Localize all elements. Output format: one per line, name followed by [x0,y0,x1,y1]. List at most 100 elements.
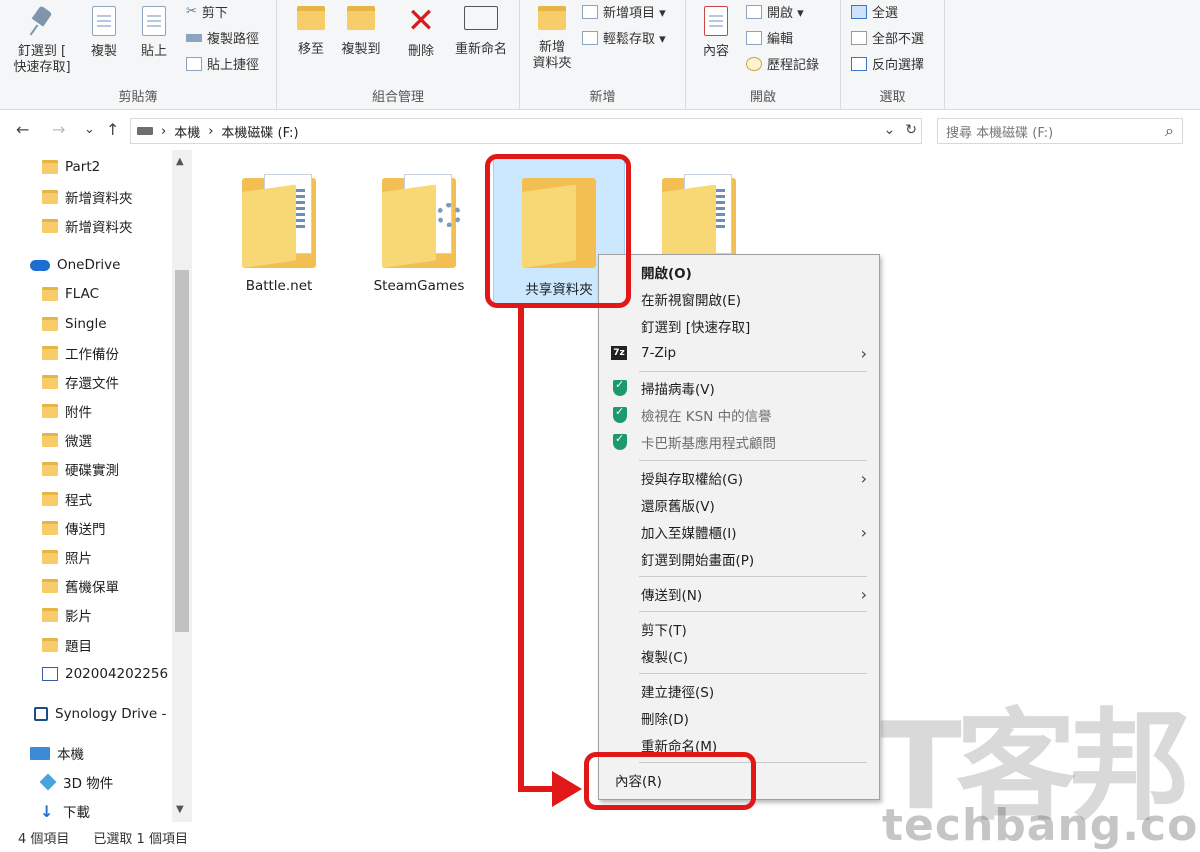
menu-item-ksn-reputation[interactable]: 檢視在 KSN 中的信譽 [599,402,879,428]
scroll-up-arrow-icon[interactable]: ▲ [176,156,184,167]
select-all-button[interactable]: 全選 [851,2,898,21]
folder-icon [42,219,58,233]
paste-button[interactable]: 貼上 [134,6,174,60]
folder-icon [42,190,58,204]
copy-button[interactable]: 複製 [84,6,124,60]
recent-locations-button[interactable]: ⌄ [84,122,95,137]
open-button[interactable]: 開啟 ▾ [746,2,804,21]
menu-item-copy[interactable]: 複製(C) [599,643,879,669]
annotation-arrow-line [518,308,524,792]
submenu-arrow-icon: › [860,522,867,542]
annotation-highlight-properties [584,752,756,810]
folder-icon [42,550,58,564]
image-file-icon [42,667,58,681]
menu-item-delete[interactable]: 刪除(D) [599,705,879,731]
path-separator: › [208,123,214,139]
menu-item-pin-start[interactable]: 釘選到開始畫面(P) [599,546,879,572]
pin-icon [31,6,53,36]
menu-item-scan-virus[interactable]: 掃描病毒(V) [599,375,879,401]
folder-icon [42,579,58,593]
ribbon: 釘選到 [ 快速存取] 複製 貼上 ✂ 剪下 複製路徑 貼上捷徑 剪貼簿 移至 [0,0,1200,110]
menu-item-create-shortcut[interactable]: 建立捷徑(S) [599,678,879,704]
search-input[interactable]: 搜尋 本機磁碟 (F:) ⌕ [937,118,1183,144]
delete-x-icon: ✕ [406,1,436,41]
menu-item-cut[interactable]: 剪下(T) [599,616,879,642]
folder-icon [42,160,58,174]
folder-icon [42,433,58,447]
new-folder-button[interactable]: 新增 資料夾 [528,6,576,72]
edit-button[interactable]: 編輯 [746,28,793,47]
pin-quick-access-button[interactable]: 釘選到 [ 快速存取] [6,6,78,76]
scroll-down-arrow-icon[interactable]: ▼ [176,804,184,815]
folder-icon [42,404,58,418]
folder-icon [42,346,58,360]
menu-separator [639,576,867,577]
move-folder-icon [297,6,325,30]
3d-cube-icon [40,773,57,791]
ribbon-group-clipboard: 釘選到 [ 快速存取] 複製 貼上 ✂ 剪下 複製路徑 貼上捷徑 剪貼簿 [0,0,277,110]
address-bar[interactable]: › 本機 › 本機磁碟 (F:) ⌄ ↻ [130,118,922,144]
easy-access-icon [582,30,598,45]
group-label-open: 開啟 [749,90,776,105]
delete-button[interactable]: ✕ 刪除 [401,4,441,60]
paste-shortcut-icon [186,56,202,71]
menu-item-add-to-library[interactable]: 加入至媒體櫃(I) › [599,519,879,545]
new-item-button[interactable]: 新增項目 ▾ [582,2,666,21]
folder-icon [42,462,58,476]
back-button[interactable]: ← [16,120,29,139]
cut-button[interactable]: ✂ 剪下 [186,2,228,21]
context-menu: 開啟(O) 在新視窗開啟(E) 釘選到 [快速存取] 7z7-Zip› 掃描病毒… [598,254,880,800]
7zip-icon: 7z [611,346,627,360]
history-button[interactable]: 歷程記錄 [746,54,819,73]
folder-icon [42,492,58,506]
forward-button[interactable]: → [52,120,65,139]
computer-icon [30,746,50,760]
folder-icon [42,638,58,652]
folder-steamgames[interactable]: SteamGames [359,172,479,294]
paste-icon [142,6,166,36]
kaspersky-shield-icon [613,378,627,396]
annotation-arrow-head-icon [552,771,582,807]
menu-item-restore-previous[interactable]: 還原舊版(V) [599,492,879,518]
folder-battlenet[interactable]: Battle.net [219,172,339,294]
folder-icon [42,287,58,301]
group-label-new: 新增 [589,90,616,105]
copy-icon [92,6,116,36]
breadcrumb-this-pc[interactable]: 本機 [174,122,200,141]
properties-button[interactable]: 內容 [698,6,734,60]
address-dropdown-button[interactable]: ⌄ [884,122,896,138]
menu-item-open-new-window[interactable]: 在新視窗開啟(E) [599,286,879,312]
folder-icon [42,608,58,622]
menu-item-grant-access[interactable]: 授與存取權給(G) › [599,465,879,491]
refresh-button[interactable]: ↻ [905,122,917,138]
sidebar-scrollbar[interactable]: ▲ ▼ [172,150,192,822]
copy-path-button[interactable]: 複製路徑 [186,28,259,47]
easy-access-button[interactable]: 輕鬆存取 ▾ [582,28,666,47]
rename-button[interactable]: 重新命名 [449,6,513,58]
folder-icon [42,521,58,535]
menu-item-7zip[interactable]: 7z 7-Zip › [599,340,879,366]
menu-item-open[interactable]: 開啟(O) [599,259,879,285]
menu-item-send-to[interactable]: 傳送到(N) › [599,581,879,607]
new-item-icon [582,4,598,19]
breadcrumb-drive-f[interactable]: 本機磁碟 (F:) [221,122,298,141]
menu-item-kaspersky-advisor[interactable]: 卡巴斯基應用程式顧問 [599,429,879,455]
history-icon [746,56,762,71]
submenu-arrow-icon: › [860,468,867,488]
invert-selection-button[interactable]: 反向選擇 [851,54,924,73]
move-to-button[interactable]: 移至 [291,6,331,58]
menu-item-pin-quick-access[interactable]: 釘選到 [快速存取] [599,313,879,339]
annotation-highlight-folder [485,154,631,308]
up-button[interactable]: ↑ [106,120,119,139]
paste-shortcut-button[interactable]: 貼上捷徑 [186,54,259,73]
copy-to-button[interactable]: 複製到 [337,6,385,58]
techbang-watermark-url: techbang.com [882,800,1200,851]
properties-icon [704,6,728,36]
copy-folder-icon [347,6,375,30]
scrollbar-thumb[interactable] [175,270,189,632]
kaspersky-shield-icon [613,405,627,423]
menu-separator [639,611,867,612]
select-none-button[interactable]: 全部不選 [851,28,924,47]
search-icon[interactable]: ⌕ [1165,121,1174,141]
path-separator: › [161,123,167,139]
